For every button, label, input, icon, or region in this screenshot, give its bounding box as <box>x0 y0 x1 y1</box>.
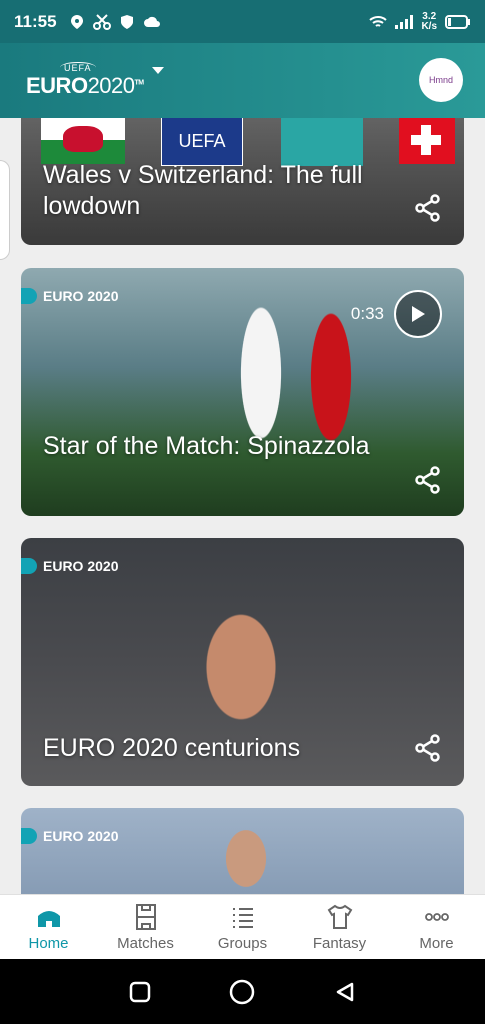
share-icon[interactable] <box>414 194 442 222</box>
battery-icon <box>445 14 470 29</box>
share-icon[interactable] <box>414 734 442 762</box>
player-white-kit <box>221 303 301 503</box>
status-time: 11:55 <box>14 11 57 31</box>
card-title: Wales v Switzerland: The full lowdown <box>43 161 363 220</box>
nav-matches[interactable]: Matches <box>97 895 194 959</box>
card-title: EURO 2020 centurions <box>43 734 301 762</box>
wales-flag <box>41 118 125 164</box>
uefa-banner: UEFA <box>161 118 243 166</box>
profile-avatar[interactable]: Hmnd <box>419 58 463 102</box>
app-header: UEFA EURO2020TM Hmnd <box>0 43 485 118</box>
nav-more[interactable]: More <box>388 895 485 959</box>
more-dots-icon <box>424 912 449 921</box>
location-notification-icon <box>70 14 83 29</box>
wifi-icon <box>369 15 388 27</box>
status-bar: 11:55 3.2 K/s <box>0 0 485 43</box>
tournament-dropdown-icon[interactable] <box>151 67 164 74</box>
euro-logo-banner <box>281 118 363 166</box>
recents-icon[interactable] <box>129 981 151 1003</box>
news-feed[interactable]: UEFA Wales v Switzerland: The full lowdo… <box>0 118 485 894</box>
stadium-icon <box>37 910 60 927</box>
card-tag: EURO 2020 <box>21 828 118 844</box>
switzerland-flag <box>399 118 455 164</box>
euro2020-logo[interactable]: UEFA EURO2020TM <box>26 62 144 99</box>
player-red-kit <box>291 293 371 503</box>
cloud-notification-icon <box>143 16 160 27</box>
home-icon[interactable] <box>229 979 255 1005</box>
news-card[interactable]: EURO 2020 <box>21 808 464 894</box>
shield-notification-icon <box>120 14 133 29</box>
back-icon[interactable] <box>334 981 356 1003</box>
news-card[interactable]: EURO 2020 EURO 2020 centurions <box>21 538 464 786</box>
signal-icon <box>395 14 414 29</box>
referee-photo <box>211 818 281 894</box>
card-tag: EURO 2020 <box>21 288 118 304</box>
card-tag: EURO 2020 <box>21 558 118 574</box>
play-button[interactable] <box>394 290 442 338</box>
system-navigation-bar <box>0 959 485 1024</box>
pitch-icon <box>135 903 156 930</box>
video-duration: 0:33 <box>350 304 384 323</box>
card-title: Star of the Match: Spinazzola <box>43 432 370 460</box>
list-icon <box>232 907 253 928</box>
nav-groups[interactable]: Groups <box>194 895 291 959</box>
net-speed: 3.2 K/s <box>421 10 437 32</box>
nav-home[interactable]: Home <box>0 895 97 959</box>
bottom-navigation: Home Matches Groups Fantasy More <box>0 894 485 959</box>
shirt-icon <box>327 904 352 929</box>
play-icon <box>412 306 425 322</box>
side-drawer-handle[interactable] <box>0 160 10 260</box>
news-card[interactable]: UEFA Wales v Switzerland: The full lowdo… <box>21 118 464 245</box>
share-icon[interactable] <box>414 466 442 494</box>
nav-fantasy[interactable]: Fantasy <box>291 895 388 959</box>
news-card[interactable]: EURO 2020 0:33 Star of the Match: Spinaz… <box>21 268 464 516</box>
scissors-notification-icon <box>92 13 111 30</box>
